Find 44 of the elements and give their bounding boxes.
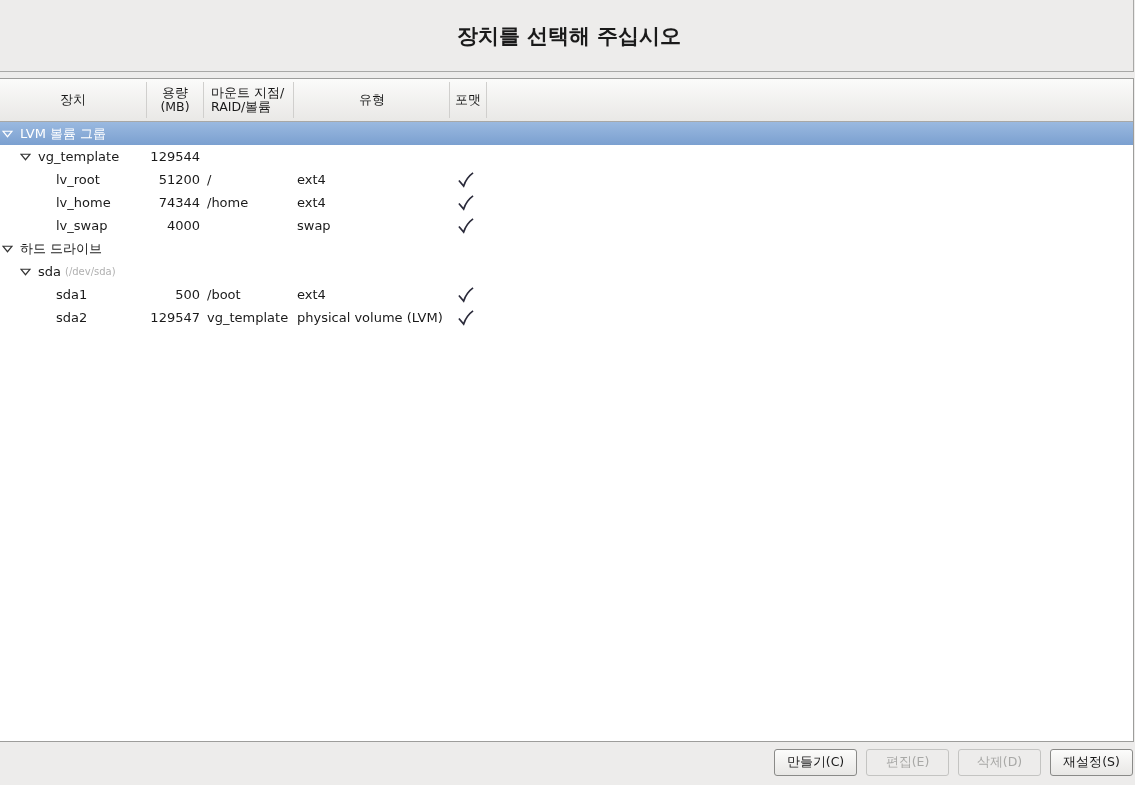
action-button[interactable]: 재설정(S) bbox=[1050, 749, 1133, 776]
device-name: 하드 드라이브 bbox=[20, 239, 103, 258]
expanded-triangle-icon[interactable] bbox=[2, 244, 13, 253]
device-name: sda2 bbox=[56, 310, 88, 325]
filesystem-type: physical volume (LVM) bbox=[297, 310, 443, 325]
column-header[interactable]: 용량 (MB) bbox=[147, 82, 204, 118]
tree-row[interactable]: sda (/dev/sda) bbox=[0, 260, 1133, 283]
device-name: sda bbox=[38, 264, 61, 279]
tree-row[interactable]: lv_root 51200 / ext4 bbox=[0, 168, 1133, 191]
device-name: vg_template bbox=[38, 149, 120, 164]
mount-point: vg_template bbox=[207, 310, 289, 325]
column-header[interactable]: 마운트 지점/ RAID/볼륨 bbox=[204, 82, 294, 118]
device-name: lv_root bbox=[56, 172, 100, 187]
mount-point: /home bbox=[207, 195, 249, 210]
device-name: lv_home bbox=[56, 195, 111, 210]
device-name: lv_swap bbox=[56, 218, 108, 233]
page-title: 장치를 선택해 주십시오 bbox=[455, 22, 682, 50]
column-header[interactable]: 포맷 bbox=[450, 82, 487, 118]
tree-row[interactable]: 하드 드라이브 bbox=[0, 237, 1133, 260]
filesystem-type: ext4 bbox=[297, 287, 326, 302]
size-value: 51200 bbox=[158, 172, 200, 187]
column-header[interactable]: 유형 bbox=[294, 82, 450, 118]
tree-row[interactable]: sda1 500 /boot ext4 bbox=[0, 283, 1133, 306]
size-value: 4000 bbox=[166, 218, 200, 233]
tree-row[interactable]: lv_home 74344 /home ext4 bbox=[0, 191, 1133, 214]
size-value: 129547 bbox=[150, 310, 200, 325]
filesystem-type: swap bbox=[297, 218, 331, 233]
size-value: 500 bbox=[175, 287, 200, 302]
column-header[interactable]: 장치 bbox=[0, 82, 147, 118]
size-value: 74344 bbox=[158, 195, 200, 210]
expanded-triangle-icon[interactable] bbox=[20, 267, 31, 276]
size-value: 129544 bbox=[150, 149, 200, 164]
expanded-triangle-icon[interactable] bbox=[20, 152, 31, 161]
device-path: (/dev/sda) bbox=[65, 266, 116, 277]
mount-point: / bbox=[207, 172, 212, 187]
device-name: LVM 볼륨 그룹 bbox=[20, 124, 107, 143]
tree-row[interactable]: lv_swap 4000 swap bbox=[0, 214, 1133, 237]
filesystem-type: ext4 bbox=[297, 195, 326, 210]
tree-row[interactable]: sda2 129547 vg_template physical volume (LVM) bbox=[0, 306, 1133, 329]
filesystem-type: ext4 bbox=[297, 172, 326, 187]
action-button[interactable]: 만들기(C) bbox=[774, 749, 857, 776]
tree-row[interactable]: vg_template 129544 bbox=[0, 145, 1133, 168]
device-name: sda1 bbox=[56, 287, 88, 302]
mount-point: /boot bbox=[207, 287, 241, 302]
